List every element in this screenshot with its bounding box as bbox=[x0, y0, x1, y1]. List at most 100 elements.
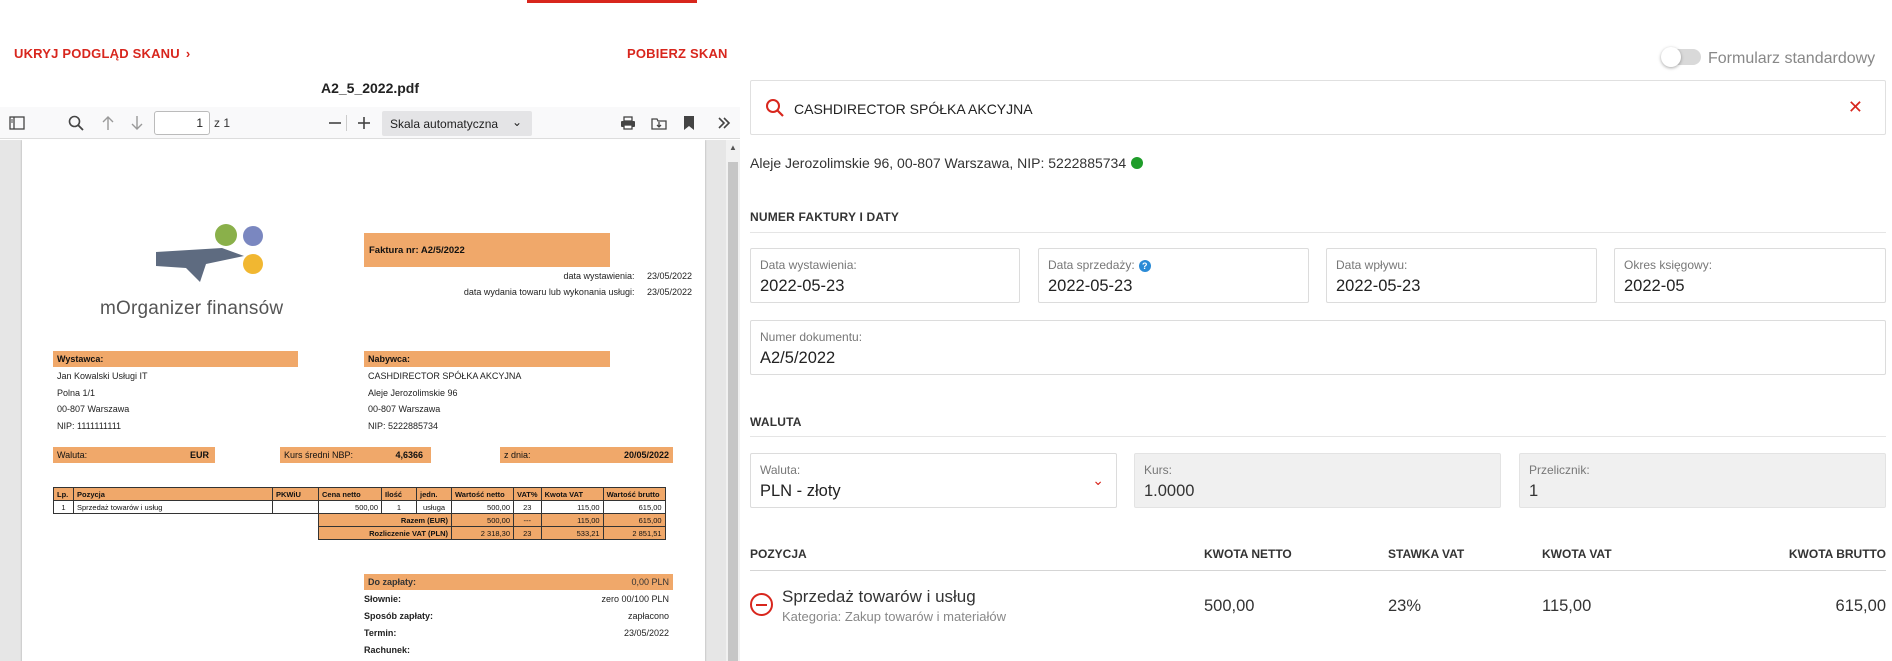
currency-bar: Waluta: EUR bbox=[53, 447, 215, 463]
table-cell: usługa bbox=[416, 500, 452, 514]
table-row: 1 Sprzedaż towarów i usług 500,00 1 usłu… bbox=[53, 500, 666, 514]
document-number-field[interactable]: Numer dokumentu: A2/5/2022 bbox=[750, 320, 1886, 375]
doc-number-value: A2/5/2022 bbox=[760, 349, 836, 367]
sale-date-label: Data sprzedaży: bbox=[1048, 258, 1135, 272]
vat-label: Rozliczenie VAT (PLN) bbox=[318, 526, 452, 540]
currency-value: PLN - złoty bbox=[760, 482, 841, 500]
column-header-vat: KWOTA VAT bbox=[1542, 547, 1612, 561]
bookmark-icon[interactable] bbox=[679, 113, 699, 133]
verified-status-icon bbox=[1131, 157, 1144, 169]
page-number-input[interactable]: 1 bbox=[154, 111, 210, 135]
arrow-down-icon[interactable] bbox=[127, 113, 147, 133]
accounting-period-field[interactable]: Okres księgowy: 2022-05 bbox=[1614, 248, 1886, 303]
table-total-row: Razem (EUR) 500,00 --- 115,00 615,00 bbox=[54, 513, 666, 527]
column-header-position: POZYCJA bbox=[750, 547, 807, 561]
section-divider bbox=[750, 436, 1886, 437]
converter-label: Przelicznik: bbox=[1529, 463, 1590, 477]
pdf-viewer-body[interactable]: mOrganizer finansów Faktura nr: A2/5/202… bbox=[0, 140, 740, 661]
table-header-cell: Lp. bbox=[53, 487, 74, 501]
rate-date-bar: z dnia: 20/05/2022 bbox=[500, 447, 673, 463]
save-icon[interactable] bbox=[649, 113, 669, 133]
account-row: Rachunek: bbox=[364, 645, 673, 655]
issue-date-value: 23/05/2022 bbox=[646, 271, 692, 281]
rate-field: Kurs: 1.0000 bbox=[1134, 453, 1501, 508]
section-dates-title: NUMER FAKTURY I DATY bbox=[750, 210, 900, 224]
item-name[interactable]: Sprzedaż towarów i usług bbox=[782, 587, 976, 607]
scroll-up-icon[interactable]: ▲ bbox=[729, 143, 737, 152]
address-text: Aleje Jerozolimskie 96, 00-807 Warszawa,… bbox=[750, 155, 1127, 171]
help-icon[interactable]: ? bbox=[1138, 260, 1151, 272]
words-row: Słownie: zero 00/100 PLN bbox=[364, 594, 673, 604]
to-pay-value: 0,00 PLN bbox=[631, 577, 669, 587]
toggle-knob bbox=[1661, 47, 1681, 67]
zoom-select-value: Skala automatyczna bbox=[390, 117, 499, 131]
double-chevron-right-icon[interactable] bbox=[714, 113, 734, 133]
rate-value: 4,6366 bbox=[395, 450, 423, 460]
currency-select[interactable]: Waluta: PLN - złoty ⌄ bbox=[750, 453, 1117, 508]
sale-date-value: 2022-05-23 bbox=[1048, 277, 1133, 295]
receipt-date-label: Data wpływu: bbox=[1336, 258, 1408, 272]
table-cell: 2 851,51 bbox=[602, 526, 666, 540]
table-cell: 500,00 bbox=[451, 513, 514, 527]
rate-label: Kurs średni NBP: bbox=[284, 450, 354, 460]
term-row: Termin: 23/05/2022 bbox=[364, 628, 673, 638]
column-header-gross: KWOTA BRUTTO bbox=[1788, 547, 1886, 561]
table-cell: 500,00 bbox=[318, 500, 382, 514]
term-value: 23/05/2022 bbox=[623, 628, 669, 638]
vertical-scrollbar[interactable]: ▲ bbox=[726, 140, 740, 661]
clear-icon[interactable]: ✕ bbox=[1848, 97, 1863, 118]
zoom-in-icon[interactable] bbox=[354, 113, 374, 133]
standard-form-label: Formularz standardowy bbox=[1708, 50, 1876, 67]
print-icon[interactable] bbox=[618, 113, 638, 133]
chevron-right-icon: › bbox=[185, 46, 191, 61]
toolbar-divider bbox=[346, 115, 347, 131]
currency-label: Waluta: bbox=[57, 450, 88, 460]
method-value: zapłacono bbox=[627, 611, 669, 621]
receipt-date-field[interactable]: Data wpływu: 2022-05-23 bbox=[1326, 248, 1597, 303]
logo-text: mOrganizer finansów bbox=[100, 298, 284, 319]
rate-date-value: 20/05/2022 bbox=[623, 450, 669, 460]
company-logo bbox=[156, 224, 263, 282]
table-header-cell: jedn. bbox=[416, 487, 452, 501]
arrow-up-icon[interactable] bbox=[98, 113, 118, 133]
remove-item-icon[interactable] bbox=[750, 593, 773, 616]
table-cell: 2 318,30 bbox=[451, 526, 514, 540]
table-header-cell: Pozycja bbox=[73, 487, 273, 501]
total-label: Razem (EUR) bbox=[318, 513, 452, 527]
method-label: Sposób zapłaty: bbox=[364, 611, 434, 621]
table-header-cell: VAT% bbox=[513, 487, 542, 501]
table-header-cell: Cena netto bbox=[318, 487, 382, 501]
invoice-items-table: Lp. Pozycja PKWiU Cena netto Ilość jedn.… bbox=[53, 487, 666, 540]
zoom-select[interactable]: Skala automatyczna ⌄ bbox=[382, 111, 532, 136]
table-cell: 23 bbox=[513, 526, 542, 540]
download-scan-link[interactable]: POBIERZ SKAN bbox=[627, 46, 728, 61]
item-net: 500,00 bbox=[1204, 597, 1255, 615]
seller-line: NIP: 1111111111 bbox=[57, 420, 122, 431]
to-pay-label: Do zapłaty: bbox=[368, 577, 417, 587]
table-cell: 500,00 bbox=[451, 500, 514, 514]
words-label: Słownie: bbox=[364, 594, 402, 604]
method-row: Sposób zapłaty: zapłacono bbox=[364, 611, 673, 621]
table-cell: --- bbox=[513, 513, 542, 527]
seller-line: Jan Kowalski Usługi IT bbox=[57, 371, 148, 381]
sidebar-toggle-icon[interactable] bbox=[7, 113, 27, 133]
delivery-date-row: data wydania towaru lub wykonania usługi… bbox=[322, 287, 692, 297]
table-header-cell: Ilość bbox=[381, 487, 417, 501]
search-icon bbox=[766, 99, 784, 117]
scrollbar-thumb[interactable] bbox=[728, 162, 738, 661]
sale-date-label-wrap: Data sprzedaży:? bbox=[1048, 258, 1151, 272]
table-header-cell: Kwota VAT bbox=[540, 487, 604, 501]
standard-form-toggle[interactable] bbox=[1661, 47, 1701, 67]
zoom-out-icon[interactable] bbox=[325, 113, 345, 133]
column-header-vat-rate: STAWKA VAT bbox=[1388, 547, 1465, 561]
issue-date-field[interactable]: Data wystawienia: 2022-05-23 bbox=[750, 248, 1020, 303]
contractor-search[interactable]: CASHDIRECTOR SPÓŁKA AKCYJNA ✕ bbox=[750, 80, 1886, 135]
table-header-row: Lp. Pozycja PKWiU Cena netto Ilość jedn.… bbox=[53, 487, 666, 501]
table-cell bbox=[272, 500, 319, 514]
sale-date-field[interactable]: Data sprzedaży:? 2022-05-23 bbox=[1038, 248, 1309, 303]
invoice-form-panel: Formularz standardowy CASHDIRECTOR SPÓŁK… bbox=[750, 0, 1892, 661]
hide-scan-link[interactable]: UKRYJ PODGLĄD SKANU › bbox=[14, 46, 190, 61]
converter-field: Przelicznik: 1 bbox=[1519, 453, 1886, 508]
words-value: zero 00/100 PLN bbox=[601, 594, 669, 604]
search-icon[interactable] bbox=[66, 113, 86, 133]
